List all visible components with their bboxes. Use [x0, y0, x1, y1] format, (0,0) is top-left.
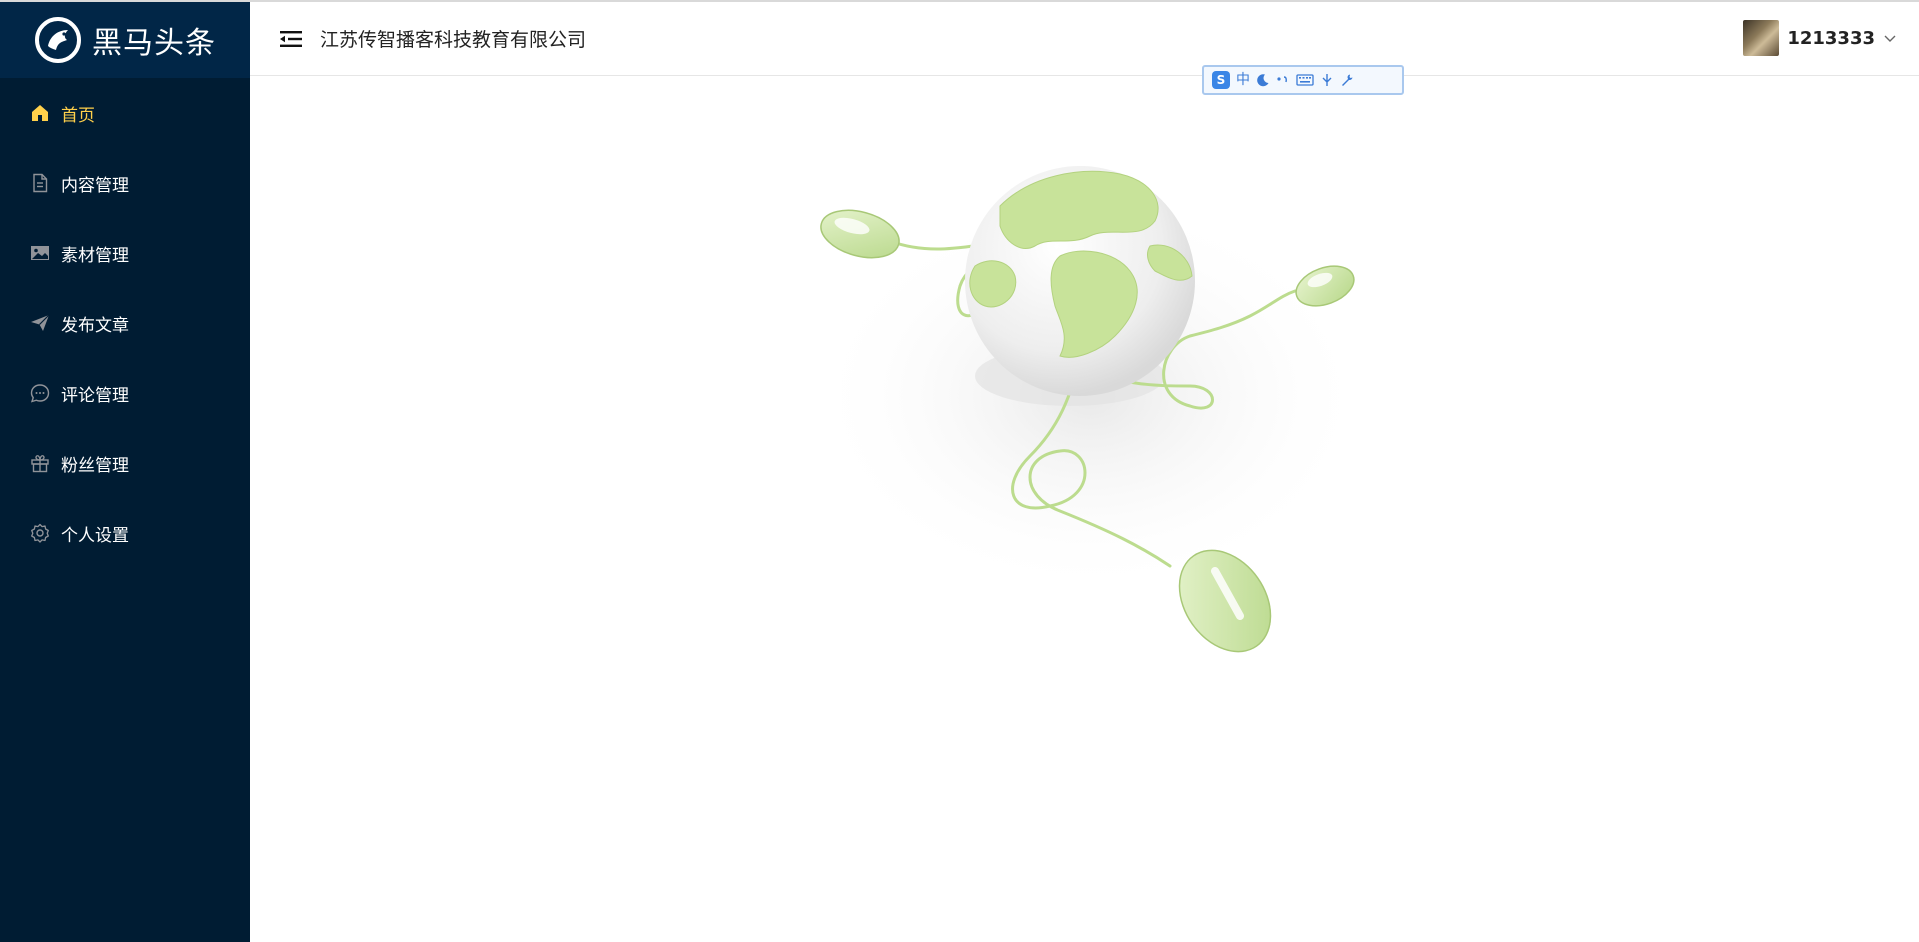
company-name: 江苏传智播客科技教育有限公司	[320, 29, 587, 51]
horse-logo-icon	[35, 17, 81, 63]
sidebar-item-content[interactable]: 内容管理	[0, 148, 250, 218]
app-root: 黑马头条 首页 内容管理 素材管理 发布文章 评论管理 粉丝管理 个人设置 江苏…	[0, 0, 1919, 942]
sidebar-item-comments[interactable]: 评论管理	[0, 358, 250, 428]
top-header: 江苏传智播客科技教育有限公司 1213333	[250, 2, 1919, 76]
sidebar-item-label: 内容管理	[61, 175, 129, 196]
gear-icon	[30, 523, 50, 543]
sidebar-item-label: 个人设置	[61, 525, 129, 546]
avatar[interactable]	[1743, 20, 1780, 56]
sidebar-item-label: 首页	[61, 105, 95, 126]
document-icon	[30, 173, 50, 193]
main-content	[250, 76, 1919, 942]
user-dropdown[interactable]: 1213333	[1743, 20, 1897, 56]
chevron-down-icon[interactable]	[1883, 31, 1897, 45]
sidebar: 黑马头条 首页 内容管理 素材管理 发布文章 评论管理 粉丝管理 个人设置	[0, 2, 250, 942]
send-icon	[30, 313, 50, 333]
sidebar-item-label: 粉丝管理	[61, 455, 129, 476]
sidebar-item-settings[interactable]: 个人设置	[0, 498, 250, 568]
globe-with-mice-illustration	[810, 166, 1370, 653]
sidebar-item-materials[interactable]: 素材管理	[0, 218, 250, 288]
fold-menu-icon	[280, 30, 302, 47]
username[interactable]: 1213333	[1787, 28, 1875, 49]
home-icon	[30, 103, 50, 123]
sidebar-item-label: 素材管理	[61, 245, 129, 266]
gift-icon	[30, 453, 50, 473]
collapse-menu-button[interactable]	[278, 28, 304, 50]
sidebar-item-fans[interactable]: 粉丝管理	[0, 428, 250, 498]
brand-name: 黑马头条	[92, 26, 216, 61]
image-icon	[30, 243, 50, 263]
comment-icon	[30, 383, 50, 403]
brand-logo[interactable]: 黑马头条	[0, 2, 250, 78]
sidebar-item-home[interactable]: 首页	[0, 78, 250, 148]
sidebar-menu: 首页 内容管理 素材管理 发布文章 评论管理 粉丝管理 个人设置	[0, 78, 250, 568]
sidebar-item-label: 发布文章	[61, 315, 129, 336]
sidebar-item-label: 评论管理	[61, 385, 129, 406]
sidebar-item-publish[interactable]: 发布文章	[0, 288, 250, 358]
